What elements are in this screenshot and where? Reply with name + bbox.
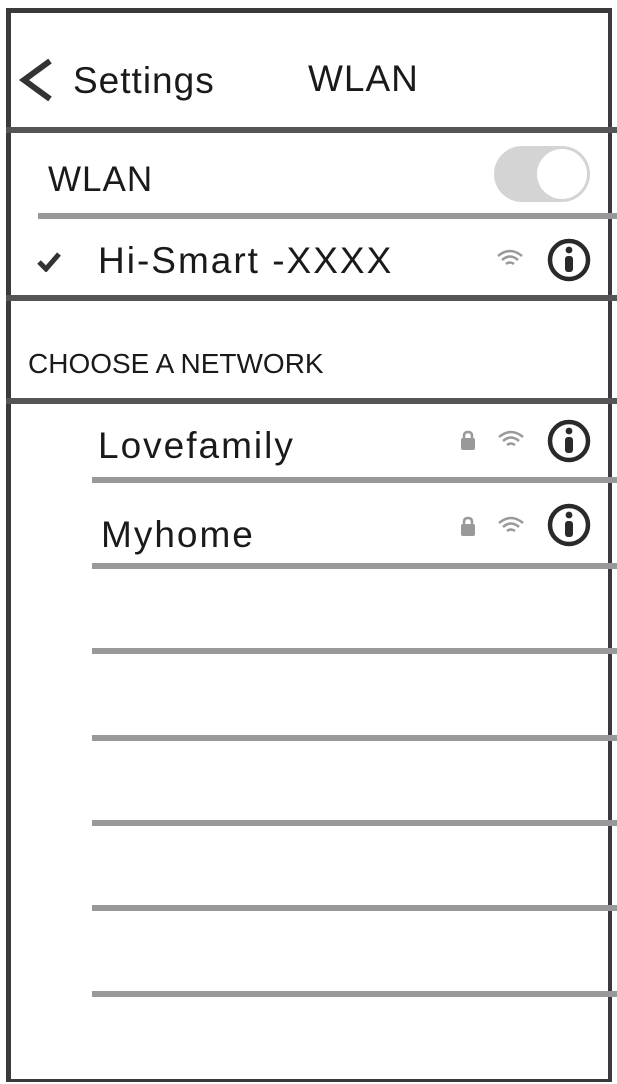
toggle-knob	[537, 149, 587, 199]
chevron-left-icon	[18, 58, 52, 102]
wifi-icon	[498, 516, 524, 533]
empty-row-divider	[92, 648, 617, 654]
connected-ssid: Hi-Smart -XXXX	[98, 240, 394, 281]
empty-row-divider	[92, 991, 617, 997]
checkmark-icon	[37, 252, 61, 272]
wifi-icon	[497, 249, 523, 266]
section-header: CHOOSE A NETWORK	[28, 348, 324, 379]
empty-row-divider	[92, 820, 617, 826]
info-icon[interactable]	[546, 502, 592, 548]
empty-row-divider	[92, 905, 617, 911]
info-icon[interactable]	[546, 237, 592, 283]
section-divider-top	[6, 295, 617, 301]
divider-line	[92, 563, 617, 569]
page-title: WLAN	[308, 58, 419, 99]
nav-divider	[6, 127, 617, 133]
wifi-icon	[498, 430, 524, 447]
back-label: Settings	[73, 60, 215, 101]
empty-row-divider	[92, 735, 617, 741]
wlan-toggle-switch[interactable]	[494, 146, 590, 202]
lock-icon	[461, 430, 475, 450]
divider-line	[38, 213, 617, 219]
section-divider-bottom	[6, 398, 617, 404]
back-button[interactable]: Settings	[16, 55, 226, 105]
network-ssid: Myhome	[101, 514, 255, 555]
wlan-toggle-label: WLAN	[48, 160, 154, 199]
lock-icon	[461, 516, 475, 536]
info-icon[interactable]	[546, 418, 592, 464]
divider-line	[92, 477, 617, 483]
network-ssid: Lovefamily	[98, 425, 295, 466]
